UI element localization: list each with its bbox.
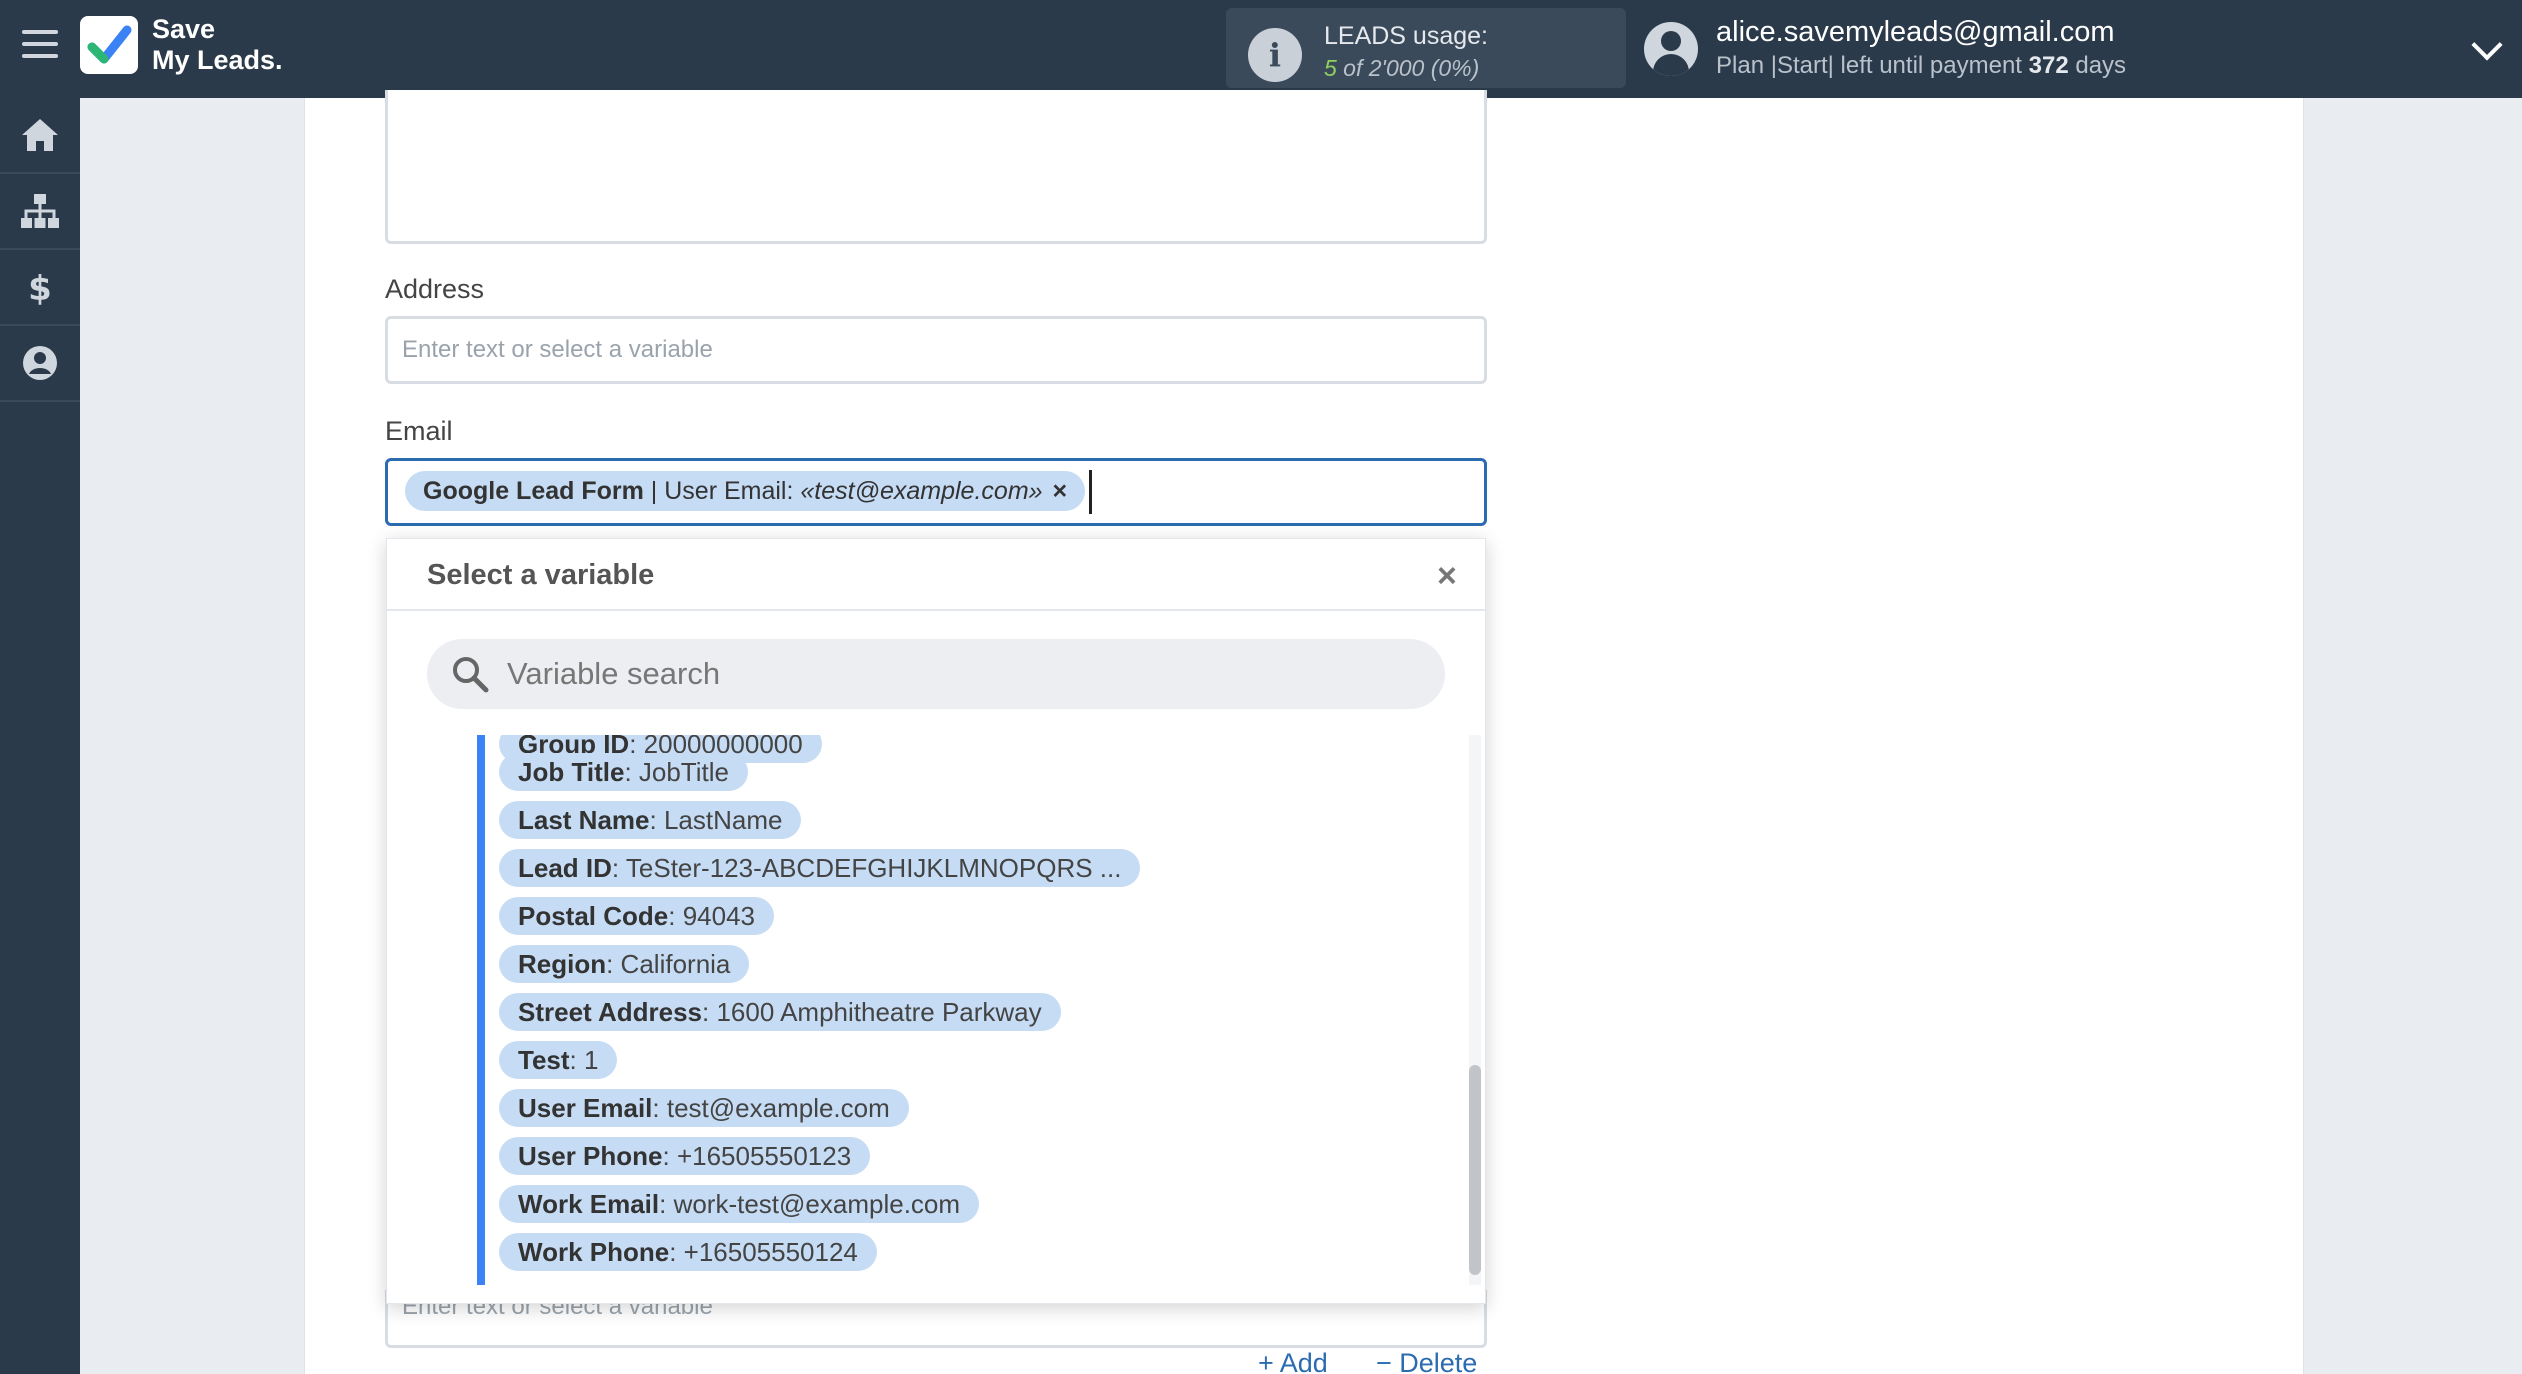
previous-field-textarea[interactable]: [385, 90, 1487, 244]
logo-text[interactable]: Save My Leads.: [152, 14, 283, 76]
close-icon[interactable]: ×: [1437, 557, 1457, 596]
variable-value: : TeSter-123-ABCDEFGHIJKLMNOPQRS ...: [611, 853, 1122, 883]
variable-value: : 1600 Amphitheatre Parkway: [702, 997, 1042, 1027]
variable-key: User Email: [518, 1093, 653, 1123]
sidebar-item-billing[interactable]: $: [0, 250, 80, 326]
variable-key: Job Title: [518, 757, 625, 787]
variable-item[interactable]: User Email: test@example.com: [499, 1089, 909, 1127]
variable-list: Group ID: 20000000000 Job Title: JobTitl…: [477, 735, 1463, 1285]
sidebar-item-home[interactable]: [0, 98, 80, 174]
user-avatar-icon[interactable]: [1644, 22, 1698, 76]
leads-used: 5: [1324, 55, 1337, 81]
variable-item[interactable]: Lead ID: TeSter-123-ABCDEFGHIJKLMNOPQRS …: [499, 849, 1141, 887]
svg-text:$: $: [28, 269, 52, 307]
user-circle-icon: [23, 346, 57, 380]
variable-item[interactable]: Last Name: LastName: [499, 801, 802, 839]
variable-value: : 94043: [668, 901, 755, 931]
chip-source: Google Lead Form: [423, 477, 644, 505]
home-icon: [22, 119, 58, 151]
user-plan-info: Plan |Start| left until payment 372 days: [1716, 52, 2126, 80]
address-label: Address: [385, 274, 485, 304]
add-button[interactable]: + Add: [1258, 1348, 1328, 1374]
email-label: Email: [385, 416, 453, 446]
sidebar-item-connections[interactable]: [0, 174, 80, 250]
plan-prefix: Plan |Start| left until payment: [1716, 52, 2029, 79]
variable-key: Work Phone: [518, 1237, 670, 1267]
variable-item[interactable]: Street Address: 1600 Amphitheatre Parkwa…: [499, 993, 1061, 1031]
email-variable-chip[interactable]: Google Lead Form | User Email: «test@exa…: [405, 471, 1086, 511]
variable-value: : LastName: [649, 805, 783, 835]
variable-item[interactable]: User Phone: +16505550123: [499, 1137, 871, 1175]
variable-key: Lead ID: [518, 853, 612, 883]
variable-key: Postal Code: [518, 901, 669, 931]
user-email[interactable]: alice.savemyleads@gmail.com: [1716, 16, 2115, 49]
scrollbar[interactable]: [1469, 735, 1481, 1285]
variable-value: : +16505550124: [669, 1237, 858, 1267]
variable-value: : work-test@example.com: [659, 1189, 961, 1219]
plan-days: 372: [2028, 52, 2069, 79]
sitemap-icon: [21, 194, 59, 228]
leads-usage-title: LEADS usage:: [1324, 22, 1488, 50]
chip-separator: | User Email:: [643, 477, 801, 505]
variable-value: : test@example.com: [652, 1093, 890, 1123]
variable-item[interactable]: Work Phone: +16505550124: [499, 1233, 877, 1271]
plan-suffix: days: [2068, 52, 2127, 79]
sidebar-item-account[interactable]: [0, 326, 80, 402]
variable-item[interactable]: Test: 1: [499, 1041, 618, 1079]
logo-check-icon[interactable]: [80, 16, 138, 74]
scrollbar-thumb[interactable]: [1469, 1065, 1481, 1275]
variable-dropdown: Select a variable × Group ID: 2000000000…: [386, 538, 1487, 1304]
variable-item[interactable]: Region: California: [499, 945, 750, 983]
text-caret: [1089, 470, 1092, 514]
variable-key: Street Address: [518, 997, 702, 1027]
dollar-icon: $: [28, 269, 52, 307]
variable-value: : 1: [569, 1045, 599, 1075]
leads-usage-panel: i LEADS usage: 5 of 2'000 (0%): [1226, 8, 1626, 88]
leads-percent: (0%): [1424, 55, 1480, 81]
variable-key: Test: [518, 1045, 570, 1075]
leads-total: of 2'000: [1336, 55, 1425, 81]
variable-item[interactable]: Postal Code: 94043: [499, 897, 774, 935]
dropdown-title: Select a variable: [427, 559, 655, 591]
chip-remove-icon[interactable]: ×: [1053, 471, 1068, 511]
variable-search-box: [427, 639, 1445, 709]
chevron-down-icon[interactable]: [2471, 29, 2503, 61]
address-input[interactable]: Enter text or select a variable: [385, 316, 1487, 384]
logo-line-1: Save: [152, 14, 216, 44]
top-bar: Save My Leads. i LEADS usage: 5 of 2'000…: [0, 0, 2522, 98]
variable-item[interactable]: Work Email: work-test@example.com: [499, 1185, 980, 1223]
variable-key: Last Name: [518, 805, 650, 835]
variable-key: Region: [518, 949, 607, 979]
variable-key: Work Email: [518, 1189, 660, 1219]
search-icon: [453, 657, 489, 693]
hamburger-menu-icon[interactable]: [22, 30, 58, 66]
variable-value: : California: [606, 949, 731, 979]
variable-value: : JobTitle: [624, 757, 729, 787]
variable-key: User Phone: [518, 1141, 663, 1171]
chip-value: «test@example.com»: [800, 477, 1043, 505]
logo-line-2: My Leads.: [152, 45, 283, 75]
sidebar: $: [0, 98, 80, 1374]
info-icon[interactable]: i: [1248, 28, 1302, 82]
variable-search-input[interactable]: [507, 639, 1407, 709]
leads-usage-value: 5 of 2'000 (0%): [1324, 55, 1479, 82]
variable-value: : +16505550123: [662, 1141, 852, 1171]
variable-item[interactable]: Job Title: JobTitle: [499, 753, 748, 791]
dropdown-header: Select a variable ×: [387, 539, 1487, 611]
delete-button[interactable]: − Delete: [1376, 1348, 1477, 1374]
